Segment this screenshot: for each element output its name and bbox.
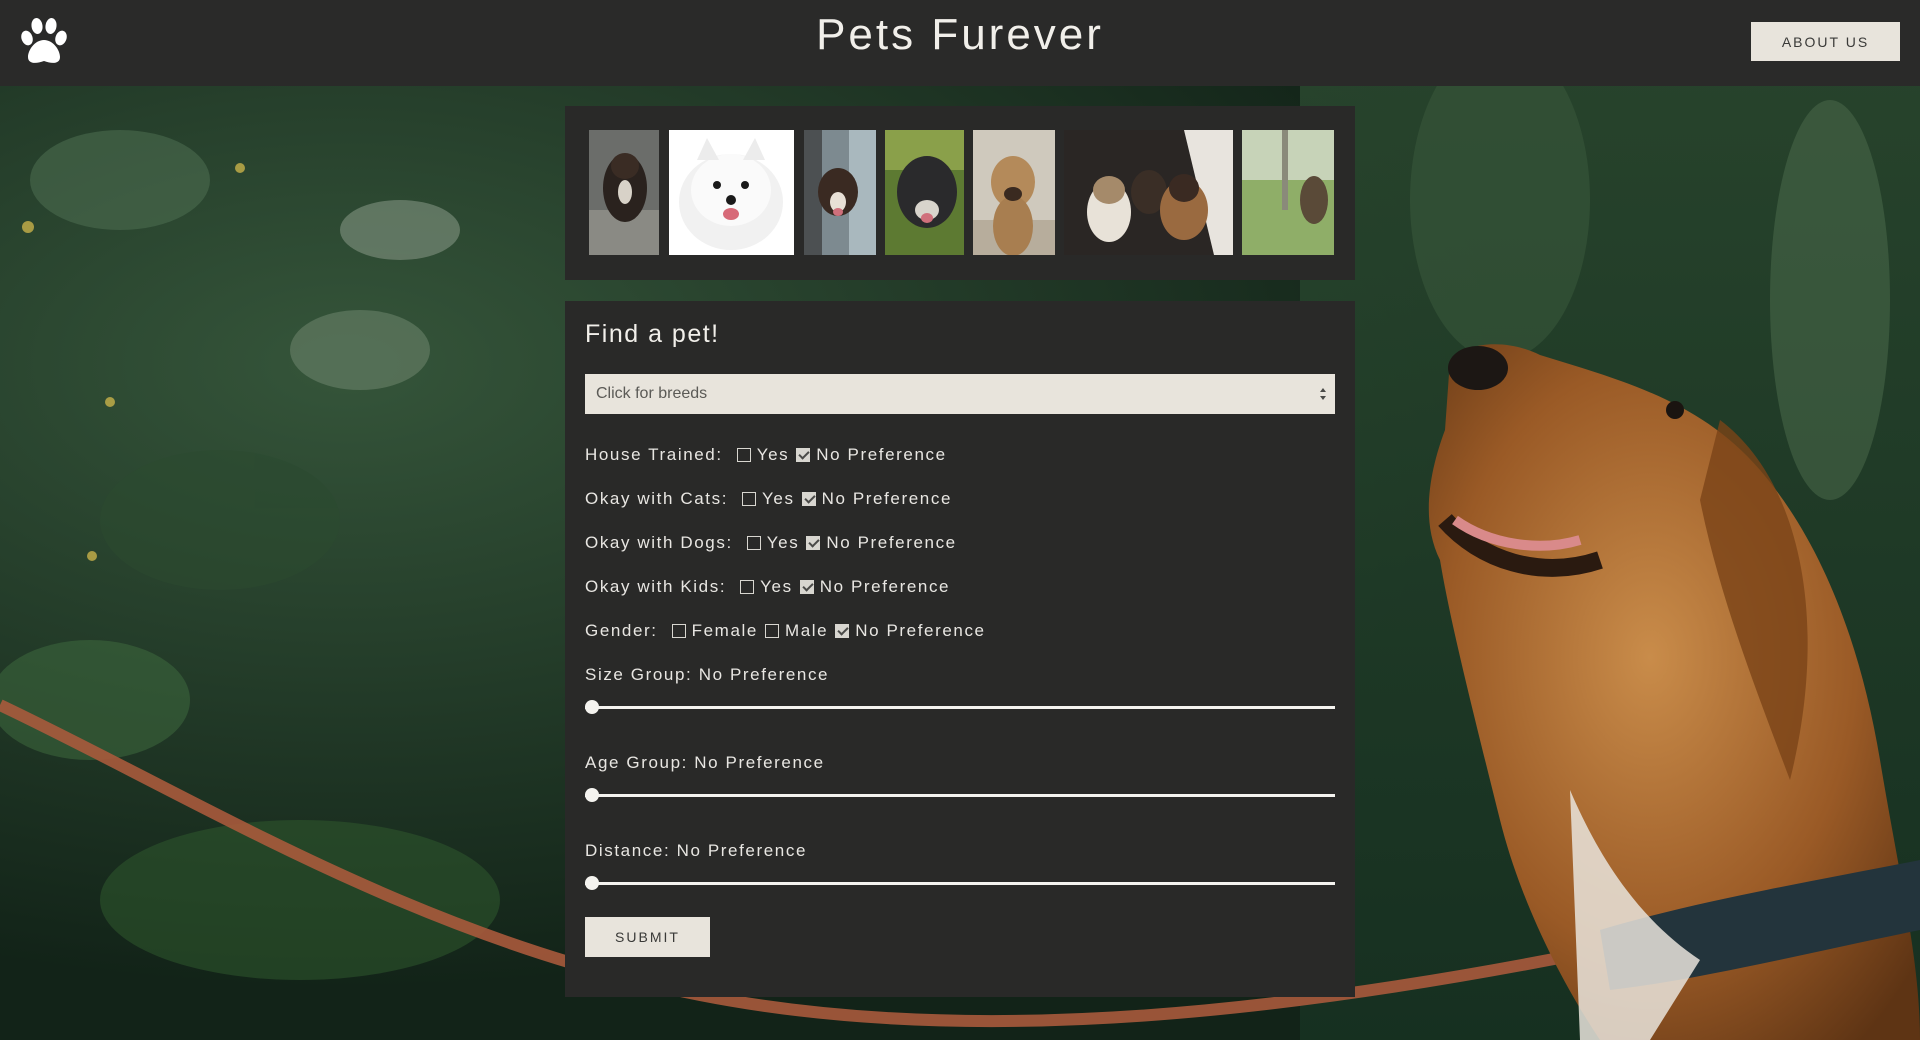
ok-with-kids-label: Okay with Kids: — [585, 577, 727, 596]
ok-with-kids-no-preference-label: No Preference — [819, 577, 951, 596]
ok-with-cats-row: Okay with Cats: Yes No Preference — [585, 487, 959, 511]
ok-with-dogs-yes-checkbox[interactable] — [746, 536, 761, 550]
breed-select[interactable]: Click for breeds — [585, 374, 1335, 414]
slider-handle[interactable] — [585, 700, 599, 714]
distance-label: Distance: No Preference — [585, 841, 807, 860]
site-title: Pets Furever — [816, 10, 1104, 59]
house-trained-row: House Trained: Yes No Preference — [585, 443, 954, 467]
size-group-label: Size Group: No Preference — [585, 665, 830, 684]
house-trained-no-preference-checkbox[interactable] — [796, 448, 811, 462]
house-trained-yes-label: Yes — [756, 445, 790, 464]
ok-with-dogs-no-preference-label: No Preference — [826, 533, 957, 552]
select-arrows-icon — [1320, 388, 1326, 400]
gender-label: Gender: — [585, 621, 658, 640]
about-us-button[interactable]: ABOUT US — [1751, 22, 1900, 61]
dog-photo-3[interactable] — [804, 130, 876, 255]
ok-with-dogs-no-preference-checkbox[interactable] — [806, 536, 821, 550]
dog-photo-6[interactable] — [1064, 130, 1233, 255]
ok-with-cats-yes-label: Yes — [762, 489, 795, 508]
slider-handle[interactable] — [585, 788, 599, 802]
slider-track — [585, 794, 1335, 797]
dog-photo-2[interactable] — [669, 130, 794, 255]
ok-with-dogs-yes-label: Yes — [766, 533, 800, 552]
gender-male-checkbox[interactable] — [764, 624, 779, 638]
dog-photo-5[interactable] — [973, 130, 1055, 255]
slider-track — [585, 706, 1335, 709]
age-group-slider[interactable] — [585, 787, 1335, 803]
house-trained-yes-checkbox[interactable] — [736, 448, 751, 462]
dog-photo-1[interactable] — [589, 130, 659, 255]
gender-no-preference-checkbox[interactable] — [835, 624, 850, 638]
gender-no-preference-label: No Preference — [855, 621, 986, 640]
dog-photo-4[interactable] — [885, 130, 964, 255]
form-title: Find a pet! — [585, 320, 720, 348]
ok-with-cats-no-preference-checkbox[interactable] — [801, 492, 816, 506]
distance-slider[interactable] — [585, 875, 1335, 891]
ok-with-kids-yes-checkbox[interactable] — [740, 580, 755, 594]
slider-track — [585, 882, 1335, 885]
dog-photo-7[interactable] — [1242, 130, 1334, 255]
ok-with-kids-no-preference-checkbox[interactable] — [799, 580, 814, 594]
ok-with-cats-label: Okay with Cats: — [585, 489, 729, 508]
house-trained-no-preference-label: No Preference — [816, 445, 947, 464]
ok-with-dogs-row: Okay with Dogs: Yes No Preference — [585, 531, 964, 555]
ok-with-kids-row: Okay with Kids: Yes No Preference — [585, 575, 957, 599]
ok-with-cats-no-preference-label: No Preference — [821, 489, 953, 508]
size-group-slider[interactable] — [585, 699, 1335, 715]
ok-with-kids-yes-label: Yes — [760, 577, 793, 596]
top-navbar: Pets Furever ABOUT US — [0, 0, 1920, 86]
gender-female-checkbox[interactable] — [671, 624, 686, 638]
ok-with-cats-yes-checkbox[interactable] — [742, 492, 757, 506]
pet-photo-gallery — [565, 106, 1355, 280]
gender-female-label: Female — [691, 621, 758, 640]
slider-handle[interactable] — [585, 876, 599, 890]
house-trained-label: House Trained: — [585, 445, 723, 464]
submit-button[interactable]: SUBMIT — [585, 917, 710, 957]
find-pet-form: Find a pet! Click for breeds House Train… — [565, 301, 1355, 997]
age-group-label: Age Group: No Preference — [585, 753, 825, 772]
ok-with-dogs-label: Okay with Dogs: — [585, 533, 733, 552]
gender-male-label: Male — [784, 621, 829, 640]
breed-select-placeholder: Click for breeds — [596, 385, 708, 402]
gender-row: Gender: Female Male No Preference — [585, 619, 993, 643]
